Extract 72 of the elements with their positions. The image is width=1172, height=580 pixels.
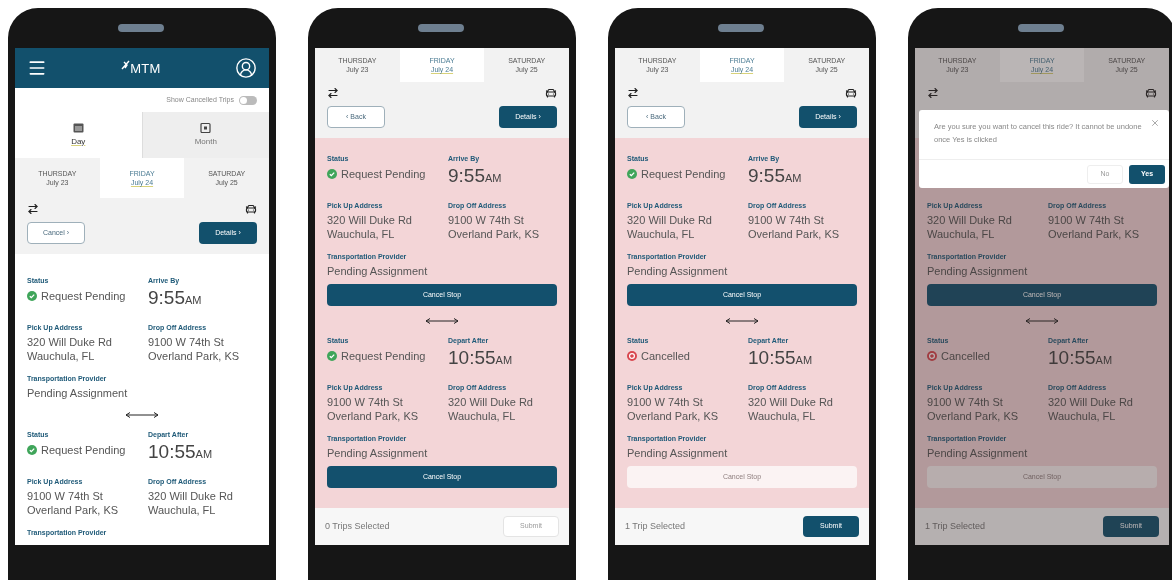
toggle-switch[interactable] [239,95,257,105]
status-text: Cancelled [641,349,690,363]
time-value: 10:55AM [448,346,514,370]
speaker-grille [418,24,464,32]
provider-text: Pending Assignment [327,446,428,460]
address-text: 320 Will Duke Rd Wauchula, FL [748,395,834,423]
time-value: 9:55AM [448,164,503,188]
address-text: 320 Will Duke Rd Wauchula, FL [627,213,713,241]
check-circle-icon [627,169,637,179]
provider-text: Pending Assignment [327,264,428,278]
x-circle-icon [927,351,937,361]
car-icon [545,87,557,99]
speaker-grille [118,24,164,32]
provider-text: Pending Assignment [627,446,728,460]
trips-selected-text: 0 Trips Selected [325,519,390,533]
swap-icon[interactable] [27,203,39,215]
x-circle-icon [627,351,637,361]
provider-text: Pending Assignment [627,264,728,278]
user-icon[interactable] [235,57,257,79]
swap-icon[interactable] [927,87,939,99]
address-text: 320 Will Duke Rd Wauchula, FL [27,335,113,363]
address-text: 9100 W 74th St Overland Park, KS [327,395,420,423]
time-value: 10:55AM [1048,346,1114,370]
address-text: 9100 W 74th St Overland Park, KS [27,489,120,517]
provider-text: Pending Assignment [927,446,1028,460]
address-text: 9100 W 74th St Overland Park, KS [448,213,541,241]
check-circle-icon [27,445,37,455]
status-text: Cancelled [941,349,990,363]
provider-text: Pending Assignment [927,264,1028,278]
calendar-icon [72,122,84,133]
status-text: Request Pending [341,167,426,181]
car-icon [845,87,857,99]
view-tab[interactable]: Day [15,112,142,158]
status-text: Request Pending [41,443,126,457]
address-text: 9100 W 74th St Overland Park, KS [627,395,720,423]
check-circle-icon [327,169,337,179]
trips-selected-text: 1 Trip Selected [625,519,686,533]
menu-icon[interactable] [27,58,47,78]
double-arrow-icon [425,318,459,324]
time-value: 9:55AM [748,164,803,188]
provider-text: Pending Assignment [27,386,128,400]
time-value: 9:55AM [148,286,203,310]
calendar-icon [200,122,212,133]
logo-text: MTM [130,62,161,76]
double-arrow-icon [125,412,159,418]
address-text: 320 Will Duke Rd Wauchula, FL [148,489,234,517]
status-text: Request Pending [641,167,726,181]
view-tab[interactable]: Month [141,112,269,158]
address-text: 320 Will Duke Rd Wauchula, FL [927,213,1013,241]
status-text: Request Pending [41,289,126,303]
address-text: 9100 W 74th St Overland Park, KS [1048,213,1141,241]
address-text: 320 Will Duke Rd Wauchula, FL [1048,395,1134,423]
status-text: Request Pending [341,349,426,363]
trips-selected-text: 1 Trip Selected [925,519,986,533]
car-icon [1145,87,1157,99]
double-arrow-icon [725,318,759,324]
swap-icon[interactable] [627,87,639,99]
time-value: 10:55AM [748,346,814,370]
address-text: 9100 W 74th St Overland Park, KS [148,335,241,363]
address-text: 320 Will Duke Rd Wauchula, FL [327,213,413,241]
car-icon [245,203,257,215]
address-text: 9100 W 74th St Overland Park, KS [748,213,841,241]
double-arrow-icon [1025,318,1059,324]
check-circle-icon [327,351,337,361]
logo-icon [121,60,131,70]
time-value: 10:55AM [148,440,214,464]
speaker-grille [718,24,764,32]
address-text: 9100 W 74th St Overland Park, KS [927,395,1020,423]
check-circle-icon [27,291,37,301]
address-text: 320 Will Duke Rd Wauchula, FL [448,395,534,423]
swap-icon[interactable] [327,87,339,99]
speaker-grille [1018,24,1064,32]
